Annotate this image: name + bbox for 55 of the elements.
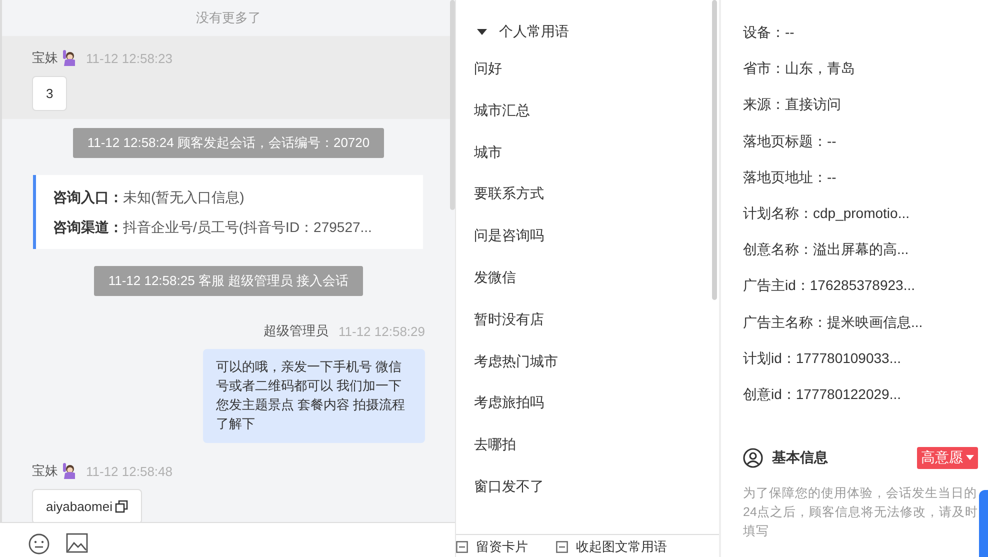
- quick-reply-item[interactable]: 去哪拍: [456, 424, 719, 466]
- quick-reply-item[interactable]: 暂时没有店: [456, 298, 719, 341]
- visitor-field: 广告主名称：提米映画信息...: [743, 310, 988, 346]
- copy-icon[interactable]: [114, 500, 128, 513]
- group-header[interactable]: 个人常用语: [456, 20, 719, 44]
- message-time: 11-12 12:58:48: [86, 464, 172, 478]
- quick-reply-item[interactable]: 发微信: [456, 256, 719, 299]
- visitor-field: 计划名称：cdp_promotio...: [743, 200, 988, 238]
- toolbar-button[interactable]: 收起图文常用语: [556, 537, 667, 557]
- message-time: 11-12 12:58:29: [338, 324, 425, 338]
- user-circle-icon: [743, 448, 763, 468]
- info-label: 咨询渠道：: [53, 219, 123, 235]
- info-value: 抖音企业号/员工号(抖音号ID：279527...: [123, 219, 372, 235]
- quick-reply-item[interactable]: 问好: [456, 48, 719, 90]
- intent-tag-dropdown[interactable]: 高意愿: [917, 447, 978, 470]
- quick-reply-item[interactable]: 城市汇总: [456, 90, 719, 132]
- notice-text: 为了保障您的使用体验，会话发生当日的24点之后，顾客信息将无法修改，请及时填写: [743, 485, 978, 540]
- section-title: 基本信息: [772, 449, 829, 468]
- visitor-field: 创意名称：溢出屏幕的高...: [743, 237, 988, 274]
- caret-icon: [966, 455, 974, 462]
- no-more-text: 没有更多了: [195, 9, 262, 27]
- visitor-field: 落地页地址：--: [743, 164, 988, 201]
- quick-reply-item[interactable]: 问是咨询吗: [456, 215, 719, 257]
- visitor-field: 创意id：177780122029...: [743, 382, 988, 418]
- message-text: 3: [46, 86, 54, 101]
- sender-name: 宝妹: [32, 49, 58, 67]
- message-text: aiyabaomei: [46, 499, 112, 514]
- system-notice: 11-12 12:58:25 客服 超级管理员 接入会话: [94, 266, 363, 296]
- image-icon[interactable]: [66, 533, 88, 553]
- visitor-field: 广告主id：176285378923...: [743, 273, 988, 310]
- visitor-field: 设备：--: [743, 20, 988, 56]
- sender-name: 宝妹: [32, 462, 58, 480]
- square-icon: [456, 541, 468, 553]
- info-value: 未知(暂无入口信息): [123, 189, 244, 205]
- person-raising-hand-icon: [62, 463, 76, 479]
- message-bubble: 可以的哦，亲发一下手机号 微信号或者二维码都可以 我们加一下您发主题景点 套餐内容 拍摄流程了解下: [203, 349, 425, 443]
- quick-reply-item[interactable]: 考虑旅拍吗: [456, 382, 719, 424]
- scrollbar-thumb[interactable]: [712, 0, 717, 300]
- toolbar-button[interactable]: 留资卡片: [456, 537, 528, 557]
- visitor-field: 落地页标题：--: [743, 128, 988, 165]
- quick-reply-item[interactable]: 城市: [456, 132, 719, 174]
- emoji-icon[interactable]: [28, 533, 50, 555]
- quick-reply-item[interactable]: 窗口发不了: [456, 466, 719, 508]
- system-notice: 11-12 12:58:24 顾客发起会话，会话编号：20720: [73, 128, 384, 158]
- quick-reply-item[interactable]: 要联系方式: [456, 173, 719, 216]
- visitor-field: 来源：直接访问: [743, 92, 988, 129]
- person-raising-hand-icon: [62, 50, 76, 66]
- visitor-field: 计划id：177780109033...: [743, 346, 988, 382]
- message-time: 11-12 12:58:23: [86, 50, 172, 66]
- quick-reply-item[interactable]: 考虑热门城市: [456, 340, 719, 382]
- visitor-field: 省市：山东，青岛: [743, 56, 988, 92]
- sender-name: 超级管理员: [264, 322, 328, 340]
- scrollbar-thumb[interactable]: [450, 0, 455, 210]
- square-icon: [556, 541, 568, 553]
- info-label: 咨询入口：: [53, 189, 123, 205]
